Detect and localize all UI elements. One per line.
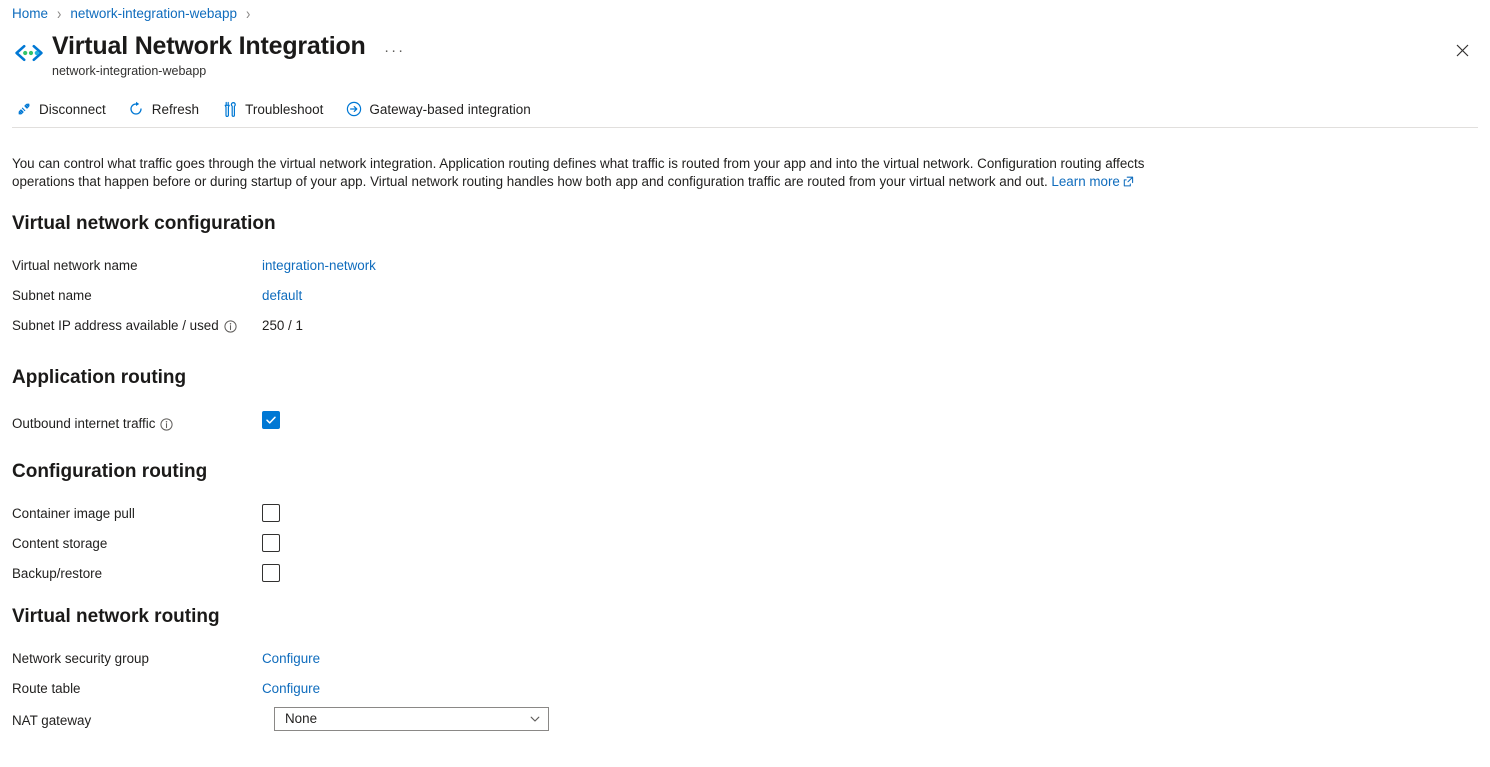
gateway-based-integration-button[interactable]: Gateway-based integration (342, 96, 540, 122)
troubleshoot-button[interactable]: Troubleshoot (218, 96, 333, 122)
label-outbound-internet-traffic: Outbound internet traffic (12, 414, 173, 434)
row-network-security-group: Network security group Configure (12, 649, 772, 669)
label-subnet-ip-usage-text: Subnet IP address available / used (12, 316, 219, 336)
label-subnet-ip-usage: Subnet IP address available / used (12, 316, 237, 336)
close-icon (1456, 44, 1469, 57)
disconnect-plug-icon (15, 101, 32, 118)
blade-header: Virtual Network Integration ··· network-… (12, 30, 407, 79)
label-backup-restore: Backup/restore (12, 564, 102, 584)
row-outbound-internet-traffic: Outbound internet traffic (12, 414, 772, 434)
chevron-down-icon (529, 713, 541, 725)
refresh-button[interactable]: Refresh (125, 96, 209, 122)
check-icon (265, 414, 277, 426)
label-container-image-pull: Container image pull (12, 504, 135, 524)
vnet-integration-blade: Home › network-integration-webapp › Virt… (0, 0, 1490, 767)
info-icon-outbound[interactable] (160, 418, 173, 431)
section-title-vnet-routing: Virtual network routing (12, 605, 220, 629)
command-bar: Disconnect Refresh Troubleshoot (12, 96, 550, 122)
label-nat-gateway: NAT gateway (12, 711, 91, 731)
checkbox-content-storage[interactable] (262, 534, 280, 552)
learn-more-link[interactable]: Learn more (1051, 174, 1119, 189)
vnet-integration-icon (12, 36, 46, 70)
blade-subtitle: network-integration-webapp (52, 63, 407, 79)
page-title: Virtual Network Integration (52, 30, 366, 62)
row-backup-restore: Backup/restore (12, 564, 772, 584)
breadcrumb-separator-icon-2: › (246, 3, 250, 26)
breadcrumb: Home › network-integration-webapp › (12, 5, 259, 23)
row-content-storage: Content storage (12, 534, 772, 554)
refresh-label: Refresh (152, 102, 199, 117)
disconnect-button[interactable]: Disconnect (12, 96, 116, 122)
toolbar-divider (12, 127, 1478, 128)
row-subnet-ip-usage: Subnet IP address available / used 250 /… (12, 316, 772, 336)
value-subnet-ip-usage: 250 / 1 (262, 316, 303, 336)
breadcrumb-item-home[interactable]: Home (12, 5, 48, 23)
arrow-circle-right-icon (345, 101, 362, 118)
row-route-table: Route table Configure (12, 679, 772, 699)
section-title-application-routing: Application routing (12, 366, 186, 390)
gateway-based-integration-label: Gateway-based integration (369, 102, 530, 117)
checkbox-container-image-pull[interactable] (262, 504, 280, 522)
label-content-storage: Content storage (12, 534, 107, 554)
breadcrumb-item-webapp[interactable]: network-integration-webapp (70, 5, 237, 23)
checkbox-outbound-internet-traffic[interactable] (262, 411, 280, 429)
external-link-icon[interactable] (1123, 174, 1134, 192)
nat-gateway-selected-value: None (285, 708, 317, 730)
value-virtual-network-name[interactable]: integration-network (262, 256, 376, 276)
label-outbound-internet-traffic-text: Outbound internet traffic (12, 414, 155, 434)
disconnect-label: Disconnect (39, 102, 106, 117)
troubleshoot-label: Troubleshoot (245, 102, 323, 117)
breadcrumb-separator-icon: › (57, 3, 61, 26)
close-button[interactable] (1448, 36, 1476, 64)
section-title-vnet-config: Virtual network configuration (12, 212, 276, 236)
blade-description: You can control what traffic goes throug… (12, 155, 1204, 191)
configure-route-table-link[interactable]: Configure (262, 679, 320, 699)
more-options-button[interactable]: ··· (383, 40, 407, 60)
row-virtual-network-name: Virtual network name integration-network (12, 256, 772, 276)
label-route-table: Route table (12, 679, 81, 699)
label-virtual-network-name: Virtual network name (12, 256, 138, 276)
label-network-security-group: Network security group (12, 649, 149, 669)
row-container-image-pull: Container image pull (12, 504, 772, 524)
checkbox-backup-restore[interactable] (262, 564, 280, 582)
value-subnet-name[interactable]: default (262, 286, 302, 306)
description-text: You can control what traffic goes throug… (12, 156, 1144, 189)
row-subnet-name: Subnet name default (12, 286, 772, 306)
info-icon[interactable] (224, 320, 237, 333)
refresh-icon (128, 101, 145, 118)
troubleshoot-tools-icon (221, 101, 238, 118)
row-nat-gateway: NAT gateway None (12, 709, 772, 729)
section-title-configuration-routing: Configuration routing (12, 460, 207, 484)
nat-gateway-dropdown[interactable]: None (274, 707, 549, 731)
label-subnet-name: Subnet name (12, 286, 92, 306)
configure-network-security-group-link[interactable]: Configure (262, 649, 320, 669)
